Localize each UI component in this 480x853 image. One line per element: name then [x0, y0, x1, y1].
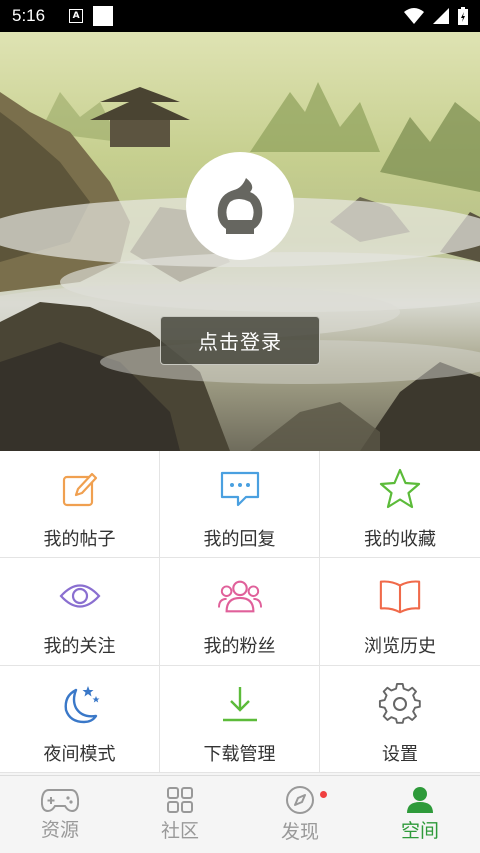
- login-button[interactable]: 点击登录: [160, 316, 320, 365]
- person-icon: [407, 787, 433, 813]
- tab-community[interactable]: 社区: [120, 776, 240, 853]
- star-icon: [379, 468, 421, 509]
- menu-item-my-favorites[interactable]: 我的收藏: [320, 451, 480, 559]
- grid-icon: [167, 787, 193, 813]
- tab-discover[interactable]: 发现: [240, 776, 360, 853]
- compass-icon: [286, 786, 314, 814]
- menu-item-label: 我的粉丝: [203, 636, 276, 658]
- users-icon: [217, 580, 262, 613]
- status-time: 5:16: [12, 6, 46, 25]
- menu-item-my-replies[interactable]: 我的回复: [160, 451, 320, 559]
- notification-badge: [320, 791, 327, 798]
- tab-space[interactable]: 空间: [360, 776, 480, 853]
- menu-item-label: 我的帖子: [43, 529, 116, 550]
- menu-item-settings[interactable]: 设置: [320, 666, 480, 773]
- gamepad-icon: [41, 789, 79, 813]
- menu-item-label: 设置: [382, 743, 418, 765]
- menu-item-label: 浏览历史: [364, 636, 436, 658]
- menu-item-label: 夜间模式: [43, 743, 116, 765]
- menu-item-my-fans[interactable]: 我的粉丝: [160, 558, 320, 666]
- tab-label: 空间: [400, 820, 439, 842]
- status-bar: 5:16 A: [0, 0, 480, 32]
- notification-a-icon: A: [69, 9, 84, 23]
- gear-icon: [378, 682, 421, 724]
- bottom-navigation: 资源 社区 发现 空间: [0, 775, 480, 853]
- moon-stars-icon: [64, 685, 99, 723]
- notification-square-icon: [93, 6, 114, 26]
- menu-item-night-mode[interactable]: 夜间模式: [0, 665, 160, 773]
- eye-icon: [59, 584, 100, 608]
- menu-item-label: 我的收藏: [364, 529, 436, 550]
- signal-icon: [433, 8, 449, 24]
- menu-item-label: 我的回复: [203, 529, 276, 550]
- chat-bubble-icon: [220, 471, 259, 507]
- tab-label: 发现: [280, 821, 319, 843]
- menu-item-browse-history[interactable]: 浏览历史: [320, 558, 480, 666]
- profile-header: 点击登录: [0, 32, 480, 451]
- tab-resources[interactable]: 资源: [0, 776, 120, 853]
- avatar[interactable]: [186, 152, 294, 260]
- menu-item-label: 我的关注: [43, 636, 116, 658]
- menu-grid: 我的帖子 我的回复 我的收藏 我的关注 我的粉丝 浏览历史 夜间模式 下载管理 …: [0, 451, 480, 773]
- tab-label: 资源: [40, 819, 79, 841]
- menu-item-download-manager[interactable]: 下载管理: [160, 665, 320, 773]
- tab-label: 社区: [160, 820, 199, 842]
- menu-item-my-posts[interactable]: 我的帖子: [0, 451, 160, 559]
- download-icon: [222, 686, 257, 721]
- battery-icon: [458, 7, 468, 25]
- edit-icon: [62, 472, 97, 507]
- book-icon: [379, 580, 421, 614]
- menu-item-my-following[interactable]: 我的关注: [0, 558, 160, 666]
- menu-item-label: 下载管理: [203, 743, 276, 765]
- default-avatar-icon: [217, 178, 263, 234]
- wifi-icon: [404, 8, 424, 24]
